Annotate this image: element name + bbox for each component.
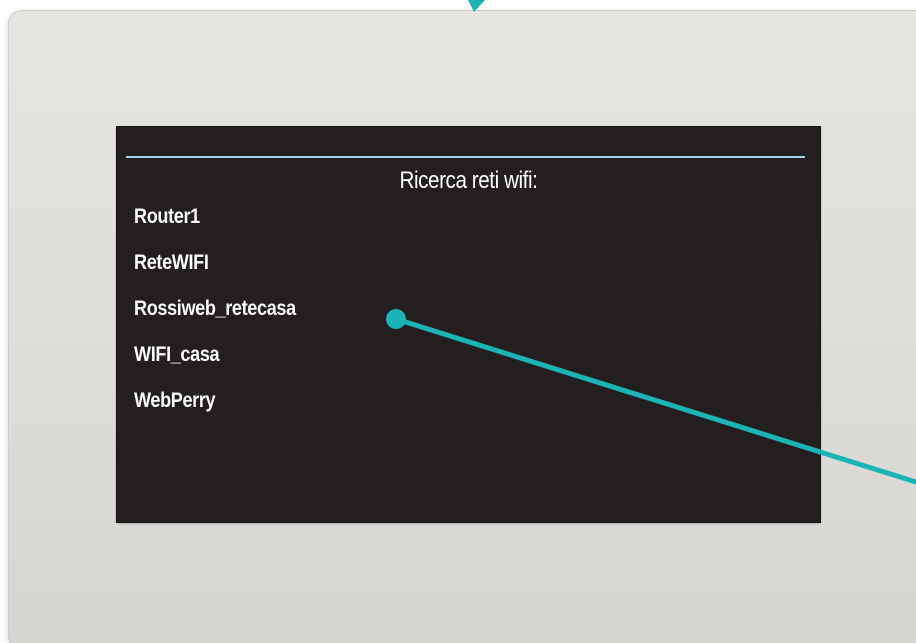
wifi-network-list: Router1 ReteWIFI Rossiweb_retecasa WIFI_…	[134, 204, 322, 434]
device-illustration: Ricerca reti wifi: Router1 ReteWIFI Ross…	[0, 0, 916, 643]
touch-screen: Ricerca reti wifi: Router1 ReteWIFI Ross…	[117, 127, 820, 522]
header-accent-line	[126, 156, 805, 158]
wifi-network-item-wifi-casa[interactable]: WIFI_casa	[134, 342, 296, 388]
wifi-network-item-router1[interactable]: Router1	[134, 204, 296, 250]
wifi-network-item-retewifi[interactable]: ReteWIFI	[134, 250, 296, 296]
wifi-network-item-webperry[interactable]: WebPerry	[134, 388, 296, 434]
wifi-network-item-rossiweb-retecasa[interactable]: Rossiweb_retecasa	[134, 296, 296, 342]
page-title: Ricerca reti wifi:	[399, 167, 538, 194]
